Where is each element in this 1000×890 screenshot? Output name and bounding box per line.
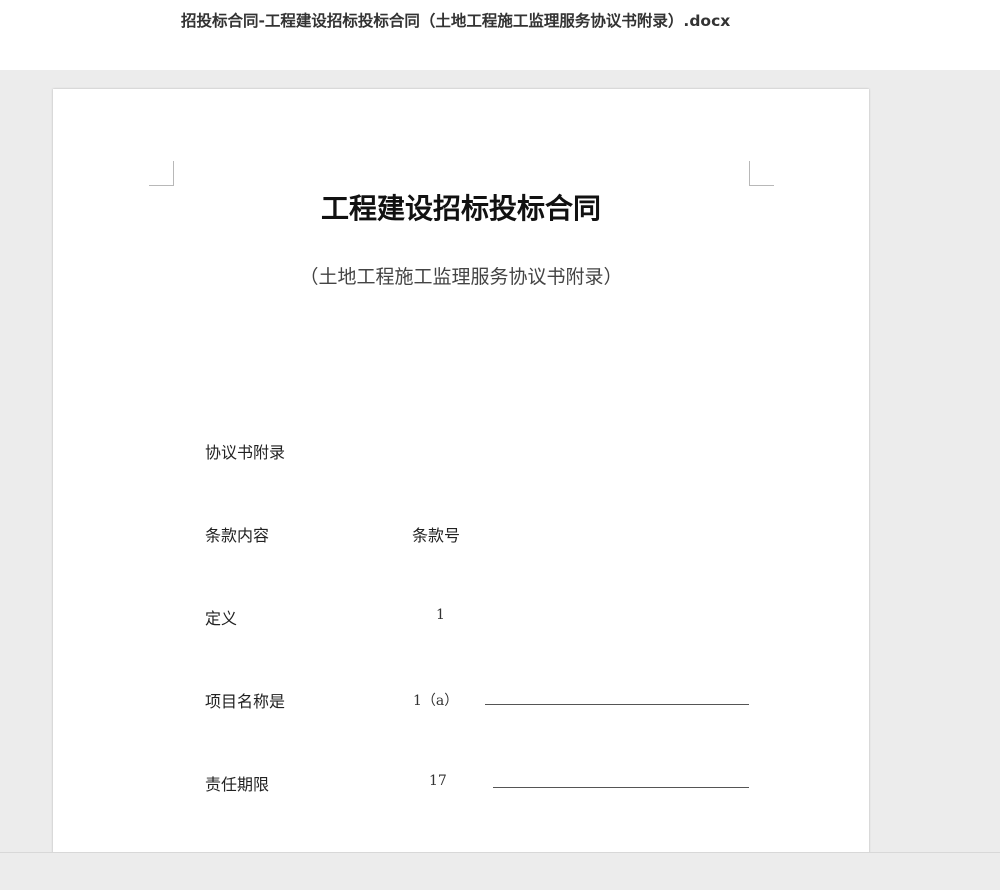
row-content: 项目名称是 [205,692,286,711]
bottom-bar [0,852,1000,890]
fill-in-blank-line [485,704,749,705]
document-filename: 招投标合同-工程建设招标投标合同（土地工程施工监理服务协议书附录）.docx [181,12,731,30]
margin-mark-top-right [749,161,774,186]
document-subheading: （土地工程施工监理服务协议书附录） [299,266,623,288]
document-viewer[interactable]: 工程建设招标投标合同 （土地工程施工监理服务协议书附录） 协议书附录 条款内容 … [0,70,1000,852]
document-heading: 工程建设招标投标合同 [320,192,601,225]
row-content: 责任期限 [205,775,270,794]
margin-mark-top-left [149,161,174,186]
fill-in-blank-line [493,787,749,788]
title-bar: 招投标合同-工程建设招标投标合同（土地工程施工监理服务协议书附录）.docx [0,0,1000,70]
row-clause-no: 17 [429,773,447,789]
section-title: 协议书附录 [205,443,286,462]
row-content: 定义 [205,609,238,628]
row-clause-no: 1 [436,607,445,623]
document-page: 工程建设招标投标合同 （土地工程施工监理服务协议书附录） 协议书附录 条款内容 … [53,89,869,852]
column-header-clause-no: 条款号 [412,526,461,545]
column-header-content: 条款内容 [205,526,270,545]
row-clause-no: 1（a） [413,693,459,709]
